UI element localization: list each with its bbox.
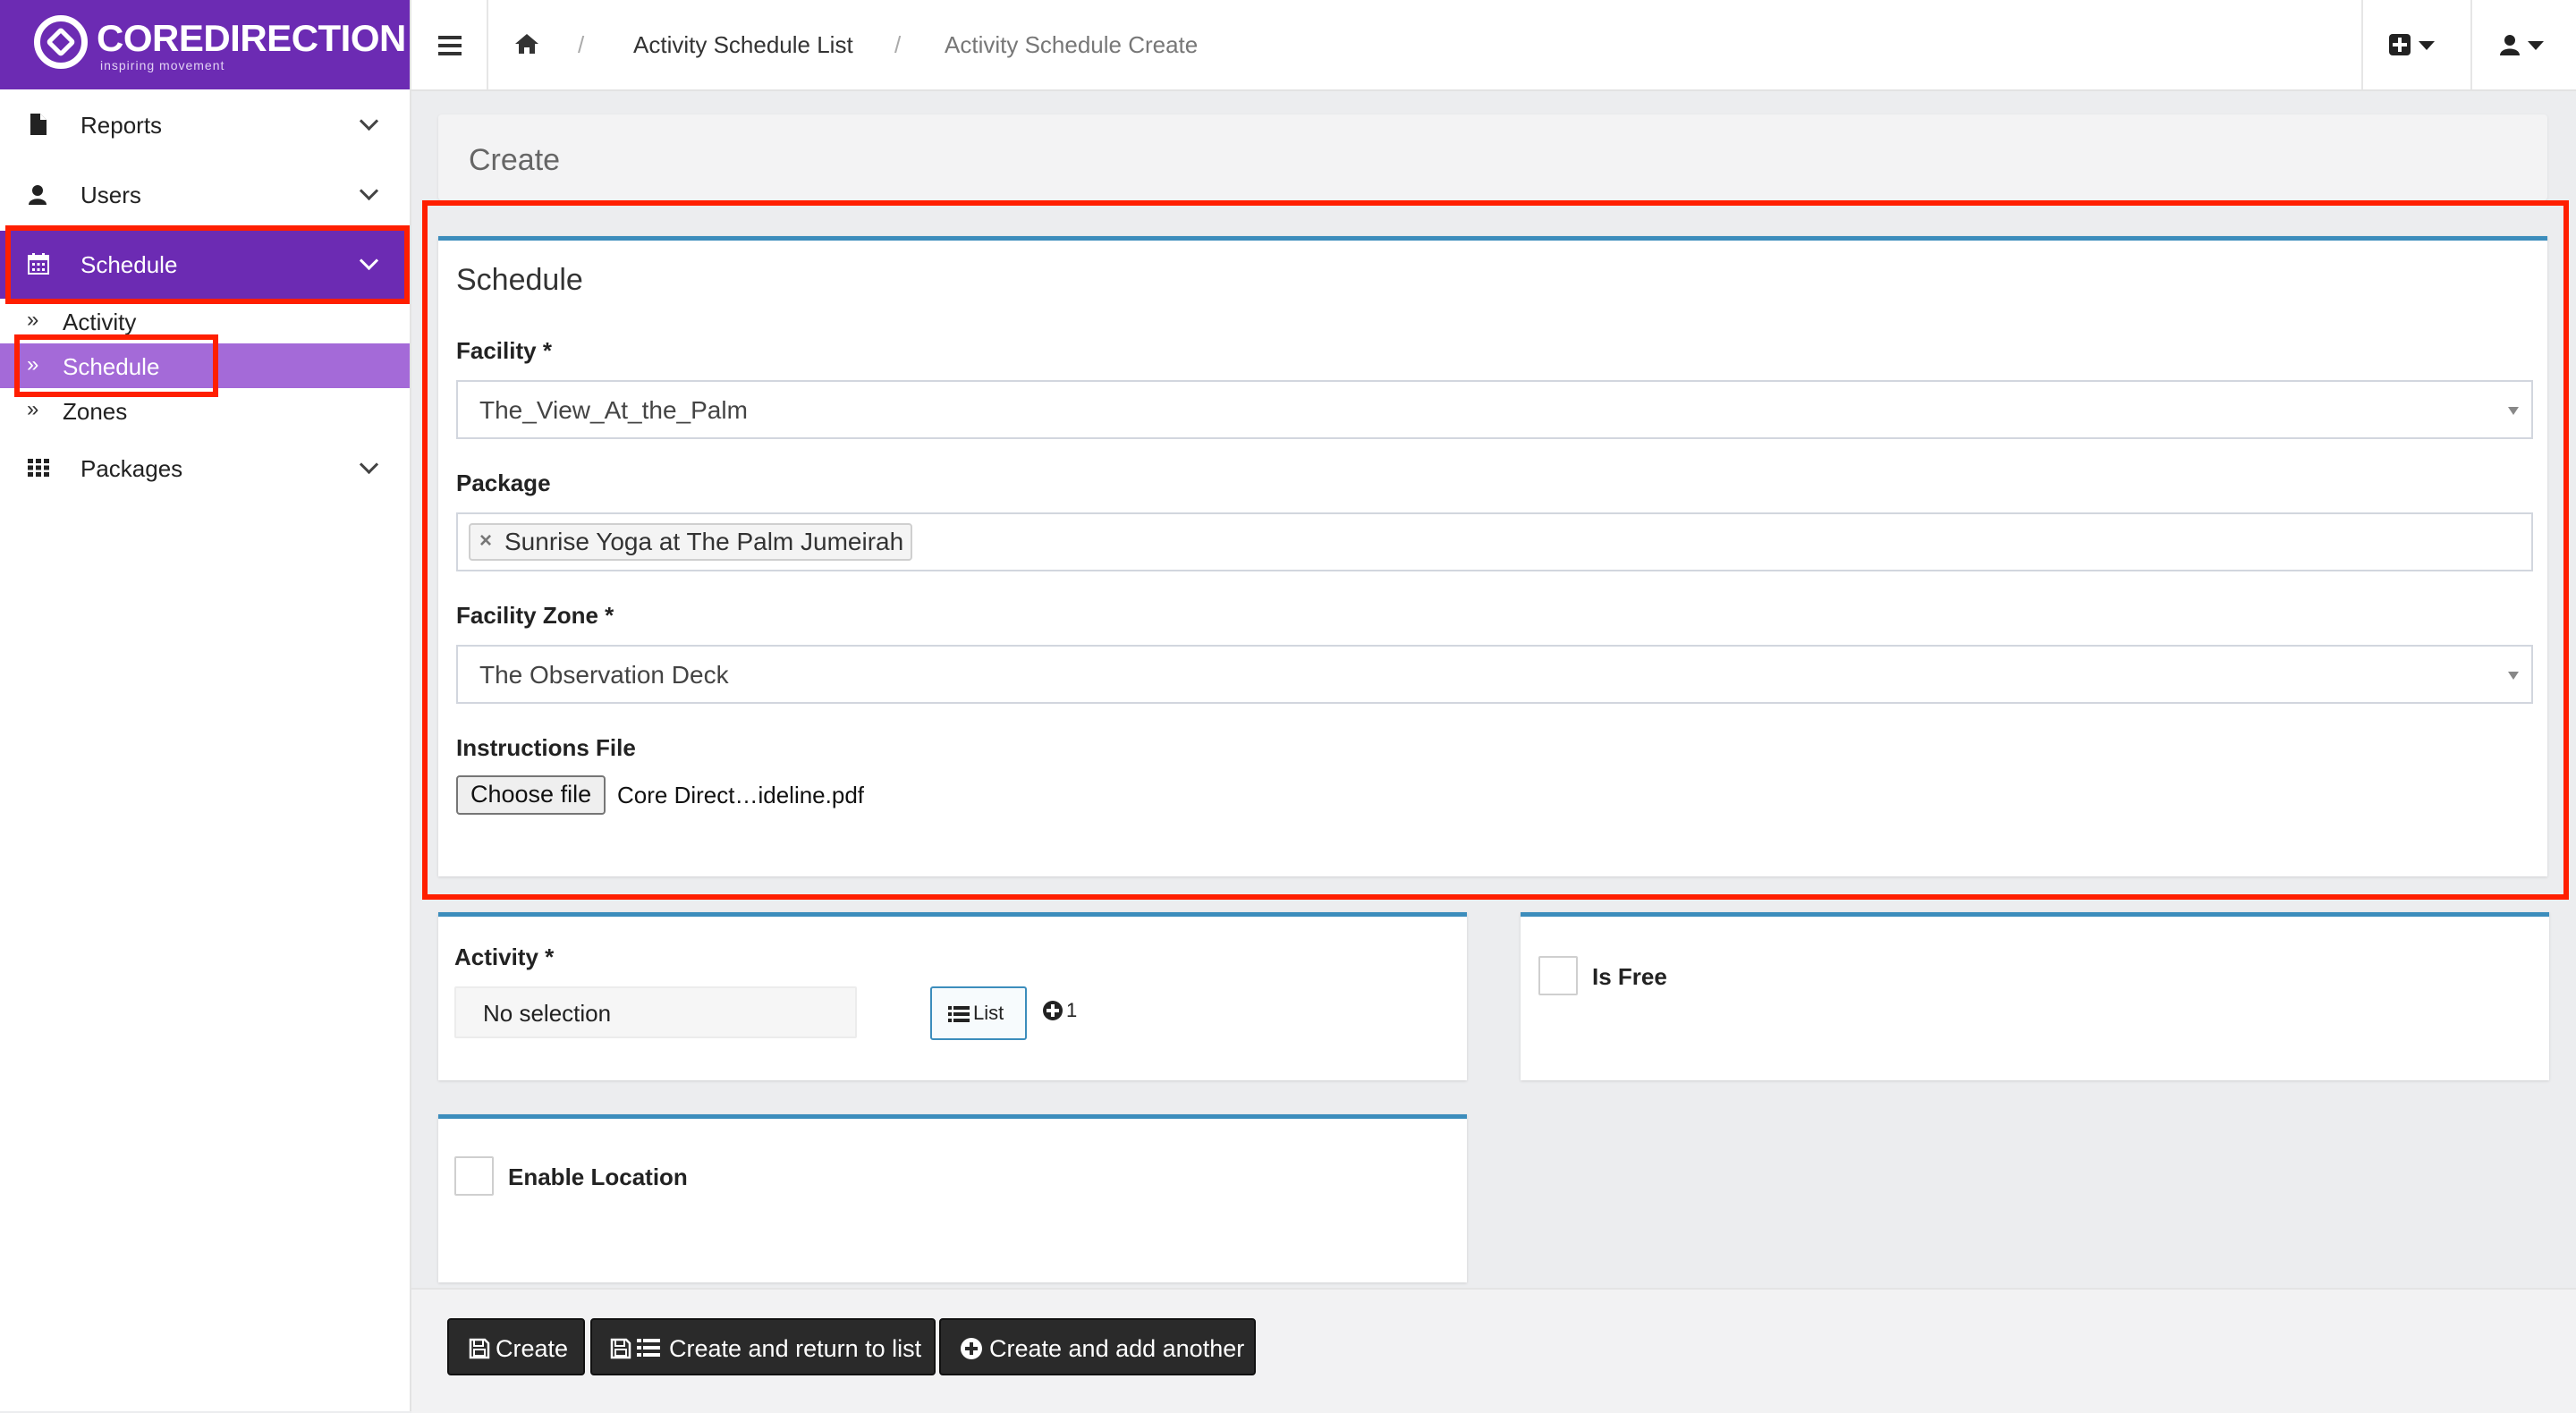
breadcrumb-link-list[interactable]: Activity Schedule List: [633, 30, 853, 59]
sidebar-subitem-zones[interactable]: » Zones: [0, 388, 410, 433]
sidebar-item-users[interactable]: Users: [0, 161, 410, 229]
divider: [2470, 0, 2472, 89]
is-free-label: Is Free: [1592, 963, 1667, 990]
sidebar-subitem-activity[interactable]: » Activity: [0, 299, 410, 343]
double-chevron-icon: »: [27, 397, 39, 421]
facility-label: Facility *: [456, 337, 552, 364]
sidebar-subitem-label: Zones: [63, 398, 128, 425]
sidebar-item-label: Users: [80, 182, 141, 208]
facility-zone-label: Facility Zone *: [456, 602, 614, 629]
is-free-checkbox[interactable]: [1538, 956, 1578, 995]
brand-logo[interactable]: COREDIRECTION inspiring movement: [0, 0, 410, 89]
breadcrumb-separator: /: [578, 31, 585, 58]
brand-name: COREDIRECTION: [97, 17, 406, 59]
topbar: / Activity Schedule List / Activity Sche…: [411, 0, 2576, 91]
double-chevron-icon: »: [27, 352, 39, 377]
sidebar-item-label: Schedule: [80, 251, 178, 278]
user-menu-button[interactable]: [2499, 30, 2556, 61]
calendar-icon: [28, 253, 49, 275]
divider: [2361, 0, 2363, 89]
facility-selected-value: The_View_At_the_Palm: [479, 396, 748, 424]
activity-panel: Activity * No selection List 1: [438, 912, 1467, 1080]
chevron-down-icon: [359, 454, 379, 475]
divider: [487, 0, 488, 89]
chevron-down-icon: [359, 181, 379, 201]
user-icon: [29, 185, 47, 205]
brand-tagline: inspiring movement: [100, 58, 225, 72]
panel-title: Schedule: [456, 263, 583, 297]
chevron-down-icon: [359, 250, 379, 271]
activity-label: Activity *: [454, 943, 555, 970]
breadcrumb-separator: /: [894, 31, 902, 58]
create-and-return-button[interactable]: Create and return to list: [590, 1318, 936, 1375]
selected-file-name: Core Direct…ideline.pdf: [617, 782, 865, 808]
add-activity-count: 1: [1066, 999, 1078, 1021]
sidebar-subitem-schedule[interactable]: » Schedule: [0, 343, 410, 388]
package-label: Package: [456, 470, 551, 496]
caret-down-icon: [2508, 407, 2519, 415]
list-icon: [948, 1006, 970, 1022]
facility-zone-select[interactable]: The Observation Deck: [456, 645, 2533, 704]
activity-selection-value: No selection: [483, 1000, 612, 1027]
activity-list-button[interactable]: List: [930, 986, 1027, 1040]
add-activity-button[interactable]: 1: [1043, 997, 1088, 1026]
caret-down-icon: [2528, 41, 2544, 50]
create-button-label: Create: [496, 1335, 569, 1362]
activity-selection-field[interactable]: No selection: [454, 986, 857, 1038]
grid-icon: [28, 459, 49, 477]
list-icon: [637, 1339, 660, 1357]
sidebar-subitem-label: Activity: [63, 309, 137, 335]
package-tag-label: Sunrise Yoga at The Palm Jumeirah: [504, 528, 904, 555]
double-chevron-icon: »: [27, 308, 39, 332]
create-and-add-another-button[interactable]: Create and add another: [939, 1318, 1256, 1375]
add-menu-button[interactable]: [2388, 30, 2445, 61]
chevron-down-icon: [359, 111, 379, 131]
enable-location-panel: Enable Location: [438, 1114, 1467, 1282]
enable-location-checkbox[interactable]: [454, 1156, 494, 1196]
save-icon: [610, 1338, 631, 1359]
facility-zone-selected-value: The Observation Deck: [479, 661, 729, 689]
create-and-add-another-label: Create and add another: [989, 1335, 1245, 1362]
breadcrumb-current: Activity Schedule Create: [945, 31, 1199, 58]
sidebar-item-schedule[interactable]: Schedule: [0, 231, 410, 299]
create-and-return-label: Create and return to list: [669, 1335, 922, 1362]
home-icon[interactable]: [513, 32, 540, 55]
plus-circle-icon: [1043, 1001, 1063, 1020]
sidebar-item-label: Reports: [80, 112, 163, 139]
sidebar-item-label: Packages: [80, 455, 183, 482]
list-button-label: List: [973, 1002, 1004, 1024]
user-icon: [2500, 35, 2520, 55]
package-multiselect[interactable]: × Sunrise Yoga at The Palm Jumeirah: [456, 512, 2533, 571]
package-tag: × Sunrise Yoga at The Palm Jumeirah: [469, 523, 913, 561]
page-title: Create: [469, 143, 561, 177]
file-icon: [30, 114, 47, 135]
plus-square-icon: [2389, 34, 2411, 55]
enable-location-label: Enable Location: [508, 1163, 688, 1190]
create-button[interactable]: Create: [447, 1318, 585, 1375]
save-icon: [469, 1338, 490, 1359]
caret-down-icon: [2508, 672, 2519, 680]
instructions-file-label: Instructions File: [456, 734, 636, 761]
caret-down-icon: [2419, 41, 2435, 50]
plus-circle-icon: [961, 1338, 982, 1359]
choose-file-button[interactable]: Choose file: [456, 775, 606, 815]
page-header: Create: [438, 114, 2547, 200]
sidebar-item-reports[interactable]: Reports: [0, 91, 410, 159]
is-free-panel: Is Free: [1521, 912, 2549, 1080]
logo-mark-icon: [34, 15, 88, 69]
remove-tag-icon[interactable]: ×: [479, 528, 492, 554]
sidebar-item-packages[interactable]: Packages: [0, 435, 410, 503]
sidebar-subitem-label: Schedule: [63, 353, 160, 380]
facility-select[interactable]: The_View_At_the_Palm: [456, 380, 2533, 439]
menu-toggle-icon[interactable]: [438, 36, 462, 55]
sidebar: COREDIRECTION inspiring movement Reports…: [0, 0, 411, 1411]
schedule-panel: Schedule Facility * The_View_At_the_Palm…: [438, 236, 2547, 876]
